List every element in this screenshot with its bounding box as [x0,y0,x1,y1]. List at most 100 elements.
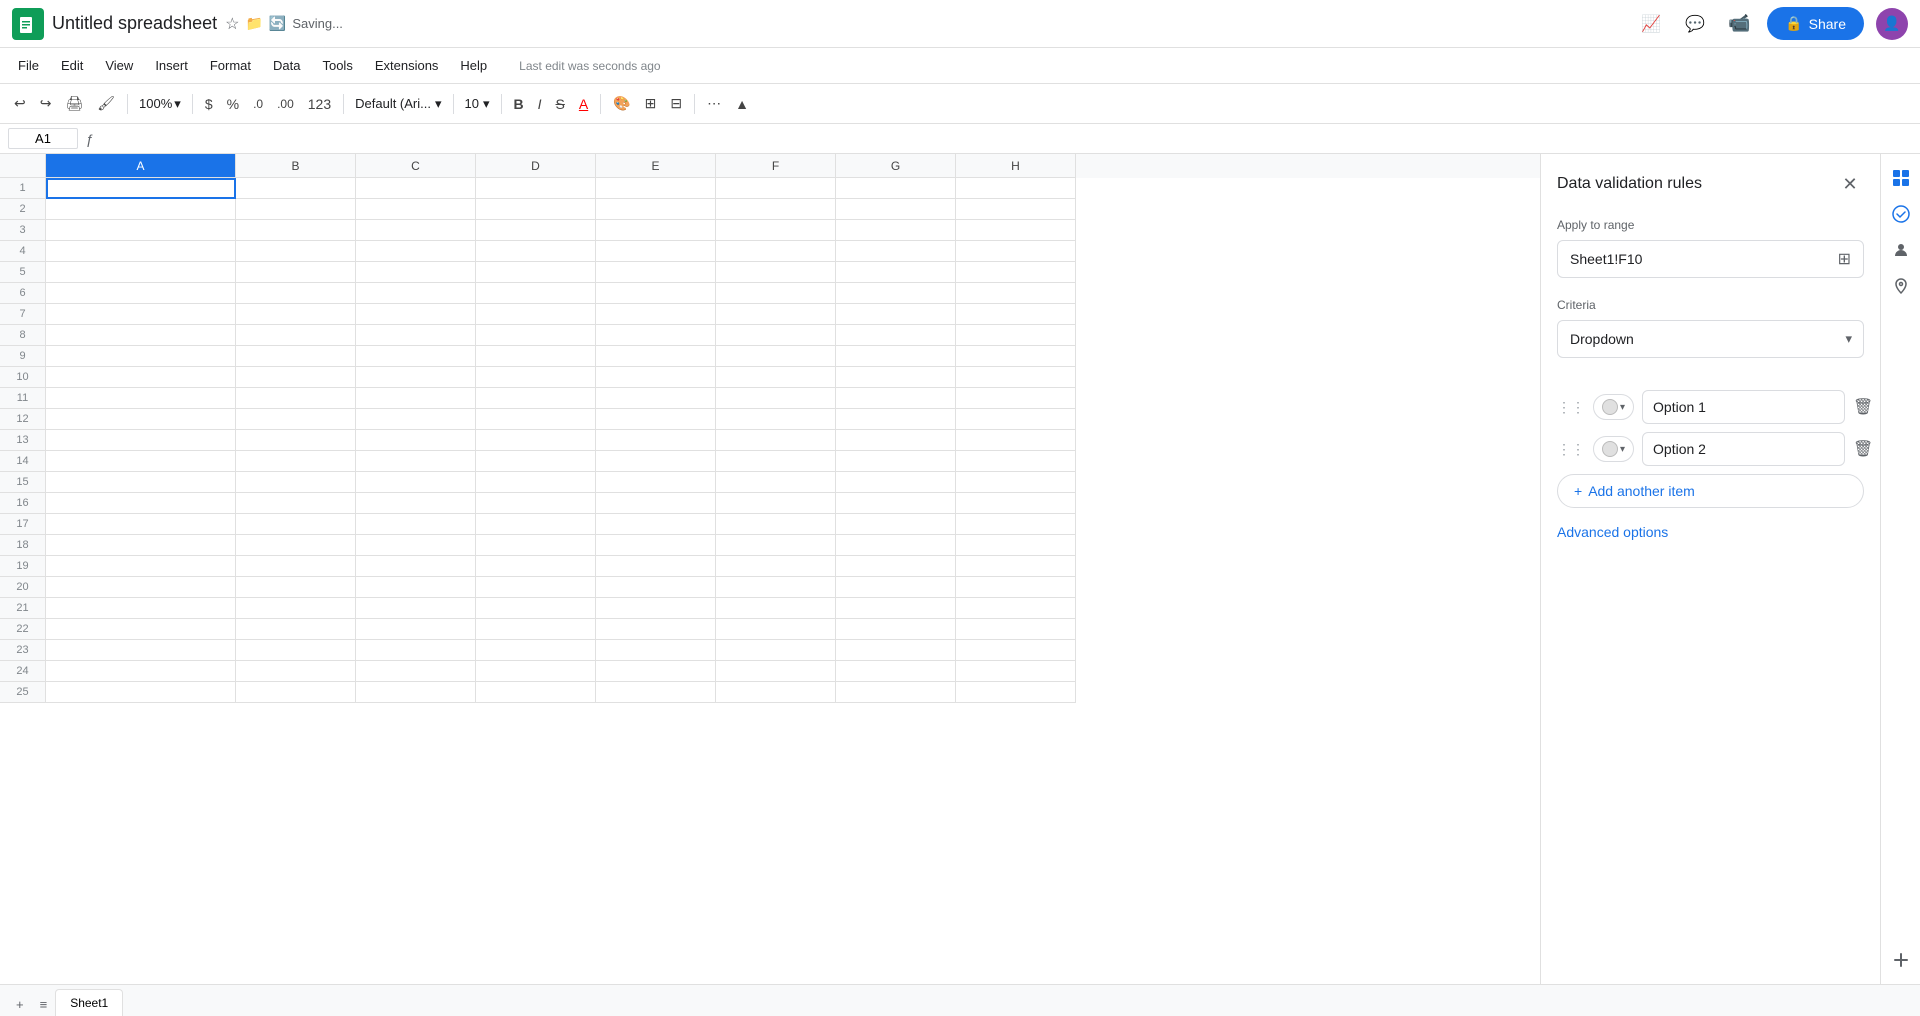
cell-e12[interactable] [596,409,716,430]
cell-a1[interactable] [46,178,236,199]
menu-edit[interactable]: Edit [51,54,93,77]
cell-g23[interactable] [836,640,956,661]
cell-c19[interactable] [356,556,476,577]
cell-d22[interactable] [476,619,596,640]
cell-a12[interactable] [46,409,236,430]
cell-g9[interactable] [836,346,956,367]
cell-d14[interactable] [476,451,596,472]
col-header-g[interactable]: G [836,154,956,178]
comments-icon[interactable]: 💬 [1679,8,1711,40]
item-input-2[interactable] [1642,432,1845,466]
cell-d11[interactable] [476,388,596,409]
cell-f4[interactable] [716,241,836,262]
cell-b3[interactable] [236,220,356,241]
cell-b15[interactable] [236,472,356,493]
cell-g2[interactable] [836,199,956,220]
cell-e8[interactable] [596,325,716,346]
cell-c23[interactable] [356,640,476,661]
cell-f15[interactable] [716,472,836,493]
cell-a24[interactable] [46,661,236,682]
criteria-dropdown[interactable]: Dropdown [1557,320,1864,358]
cell-g4[interactable] [836,241,956,262]
cell-c25[interactable] [356,682,476,703]
panel-close-button[interactable]: ✕ [1836,170,1864,198]
cell-a17[interactable] [46,514,236,535]
cell-f10[interactable] [716,367,836,388]
cell-f12[interactable] [716,409,836,430]
range-grid-icon[interactable]: ⊞ [1838,249,1851,269]
cell-e1[interactable] [596,178,716,199]
cell-d13[interactable] [476,430,596,451]
cell-e11[interactable] [596,388,716,409]
cell-c22[interactable] [356,619,476,640]
collapse-toolbar-button[interactable]: ▲ [729,92,755,116]
cell-c1[interactable] [356,178,476,199]
cell-g11[interactable] [836,388,956,409]
cell-a22[interactable] [46,619,236,640]
cell-f18[interactable] [716,535,836,556]
cell-g8[interactable] [836,325,956,346]
cell-f1[interactable] [716,178,836,199]
cell-e21[interactable] [596,598,716,619]
cell-b18[interactable] [236,535,356,556]
cell-h10[interactable] [956,367,1076,388]
range-input-row[interactable]: Sheet1!F10 ⊞ [1557,240,1864,278]
cell-h18[interactable] [956,535,1076,556]
cell-a14[interactable] [46,451,236,472]
col-header-f[interactable]: F [716,154,836,178]
cell-e2[interactable] [596,199,716,220]
cell-c12[interactable] [356,409,476,430]
menu-view[interactable]: View [95,54,143,77]
cell-e18[interactable] [596,535,716,556]
more-toolbar-button[interactable]: ⋯ [701,91,727,116]
cell-g19[interactable] [836,556,956,577]
cell-e25[interactable] [596,682,716,703]
menu-format[interactable]: Format [200,54,261,77]
cell-d16[interactable] [476,493,596,514]
advanced-options-link[interactable]: Advanced options [1557,524,1864,540]
cell-a20[interactable] [46,577,236,598]
cell-b21[interactable] [236,598,356,619]
cell-f7[interactable] [716,304,836,325]
sheets-list-button[interactable]: ≡ [32,993,56,1016]
cell-g6[interactable] [836,283,956,304]
cell-c9[interactable] [356,346,476,367]
cell-e14[interactable] [596,451,716,472]
font-size-selector[interactable]: 10 ▾ [460,93,495,115]
cell-e13[interactable] [596,430,716,451]
paint-format-button[interactable]: 🖌 [91,91,121,116]
cell-h15[interactable] [956,472,1076,493]
cell-g14[interactable] [836,451,956,472]
cell-d20[interactable] [476,577,596,598]
cell-g17[interactable] [836,514,956,535]
cell-e3[interactable] [596,220,716,241]
cell-b8[interactable] [236,325,356,346]
menu-file[interactable]: File [8,54,49,77]
cell-e10[interactable] [596,367,716,388]
increase-decimals-button[interactable]: .00 [271,93,300,115]
cell-g7[interactable] [836,304,956,325]
delete-item-2-button[interactable]: 🗑 [1853,435,1873,463]
cell-h1[interactable] [956,178,1076,199]
add-sheet-button[interactable]: + [8,993,32,1016]
cell-g20[interactable] [836,577,956,598]
cell-b11[interactable] [236,388,356,409]
cell-d24[interactable] [476,661,596,682]
cell-g18[interactable] [836,535,956,556]
cell-a3[interactable] [46,220,236,241]
cell-g16[interactable] [836,493,956,514]
cell-b16[interactable] [236,493,356,514]
col-header-b[interactable]: B [236,154,356,178]
cell-f3[interactable] [716,220,836,241]
sheet-tab-1[interactable]: Sheet1 [55,989,123,1016]
cell-b9[interactable] [236,346,356,367]
cell-b19[interactable] [236,556,356,577]
cell-a7[interactable] [46,304,236,325]
cell-b10[interactable] [236,367,356,388]
cell-d18[interactable] [476,535,596,556]
cell-a18[interactable] [46,535,236,556]
cell-e23[interactable] [596,640,716,661]
cell-b20[interactable] [236,577,356,598]
cell-f22[interactable] [716,619,836,640]
cell-b12[interactable] [236,409,356,430]
